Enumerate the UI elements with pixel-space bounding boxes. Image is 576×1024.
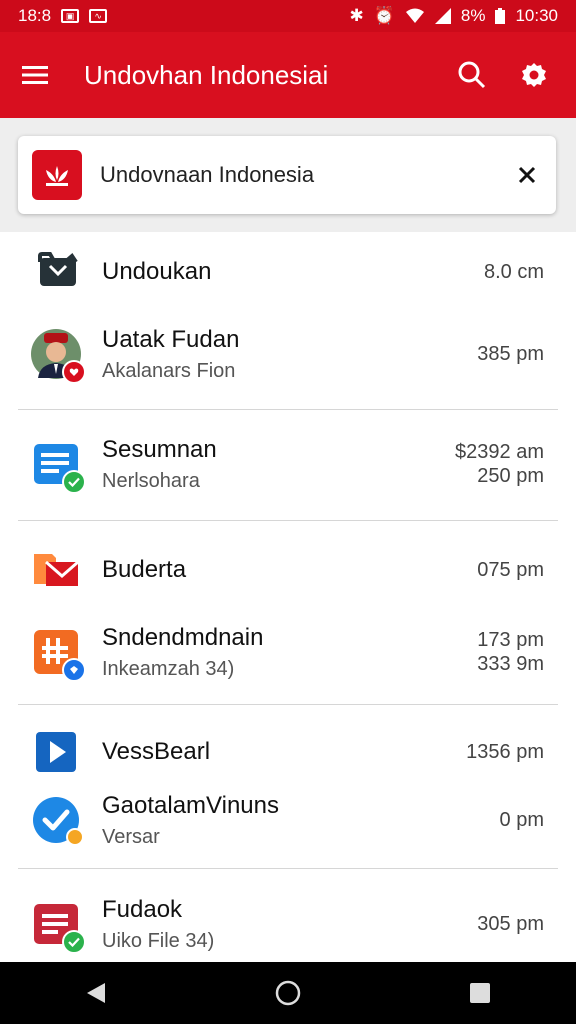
menu-icon [22,66,48,84]
app-bar: Undovhan Indonesiai [0,32,576,118]
check-badge-icon [62,470,86,494]
home-button[interactable] [268,973,308,1013]
status-dot-icon [66,828,84,846]
bluetooth-icon: ✱ [349,6,364,25]
alarm-icon: ⏰ [373,6,395,25]
item-name: Uatak Fudan [102,325,240,353]
avatar [31,329,86,384]
list-item[interactable]: Uatak Fudan Akalanars Fion 385 pm [0,322,576,386]
play-icon [32,728,80,776]
item-time: 305 pm [477,913,544,935]
list-item[interactable]: Undoukan 8.0 cm [0,246,576,298]
app-title: Undovhan Indonesiai [84,59,329,90]
item-name: Buderta [102,556,187,583]
image-notification-icon: ∿ [89,9,108,23]
item-subtitle: Akalanars Fion [102,359,236,382]
settings-button[interactable] [514,55,554,95]
item-time: 8.0 cm [483,261,544,283]
item-name: VessBearl [102,738,211,765]
back-button[interactable] [76,973,116,1013]
grid-app-icon [32,628,86,682]
mail-icon [32,546,80,594]
signal-icon [434,8,451,24]
item-time: 0 pm [499,809,544,831]
battery-percent: 8% [460,6,486,25]
divider [18,409,558,410]
close-button[interactable] [512,160,542,190]
item-name: GaotalamVinuns [102,791,279,819]
search-card-text: Undovnaan Indonesia [100,162,315,187]
app-logo-icon [32,150,82,200]
app-search-card[interactable]: Undovnaan Indonesia [18,136,556,214]
item-time: 173 pm [477,629,544,651]
list-item[interactable]: Sesumnan Nerlsohara $2392 am 250 pm [0,432,576,496]
menu-button[interactable] [22,60,52,90]
wifi-icon [405,8,424,23]
back-icon [87,983,105,1003]
item-time: $2392 am [455,441,544,463]
item-name: Sesumnan [102,435,217,463]
list-item[interactable]: VessBearl 1356 pm [0,726,576,778]
file-list-icon [32,900,86,954]
gallery-notification-icon: ▣ [61,9,80,23]
divider [18,704,558,705]
status-time-right: 10:30 [515,6,558,25]
settings-gear-icon [522,63,546,87]
item-time: 1356 pm [466,741,544,763]
item-name: Undoukan [102,258,212,285]
check-badge-icon [62,930,86,954]
item-subtitle: Uiko File 34) [102,929,215,952]
item-time: 075 pm [477,559,544,581]
search-button[interactable] [452,55,492,95]
recents-icon [470,983,490,1003]
item-time: 385 pm [477,343,544,365]
checkmark-app-icon [32,796,84,846]
heart-badge-icon [62,360,86,384]
item-subtitle: Versar [102,825,160,848]
close-icon [518,166,536,184]
item-time-secondary: 333 9m [477,653,544,675]
list-item[interactable]: Sndendmdnain Inkeamzah 34) 173 pm 333 9m [0,620,576,684]
battery-icon [495,8,506,24]
home-icon [275,980,301,1006]
list-item[interactable]: GaotalamVinuns Versar 0 pm [0,788,576,852]
list-item[interactable]: Fudaok Uiko File 34) 305 pm [0,892,576,956]
folder-icon [32,248,80,296]
item-name: Fudaok [102,895,183,923]
item-name: Sndendmdnain [102,623,264,651]
divider [18,868,558,869]
search-icon [458,61,486,89]
item-time-secondary: 250 pm [477,465,544,487]
document-icon [32,440,86,494]
item-subtitle: Nerlsohara [102,469,200,492]
item-subtitle: Inkeamzah 34) [102,657,235,680]
recents-button[interactable] [460,973,500,1013]
list-item[interactable]: Buderta 075 pm [0,544,576,596]
status-bar: 18:8 ▣ ∿ ✱ ⏰ 8% 10:30 [0,0,576,32]
divider [18,520,558,521]
status-time-left: 18:8 [18,6,52,25]
system-nav-bar [0,962,576,1024]
shield-badge-icon [62,658,86,682]
